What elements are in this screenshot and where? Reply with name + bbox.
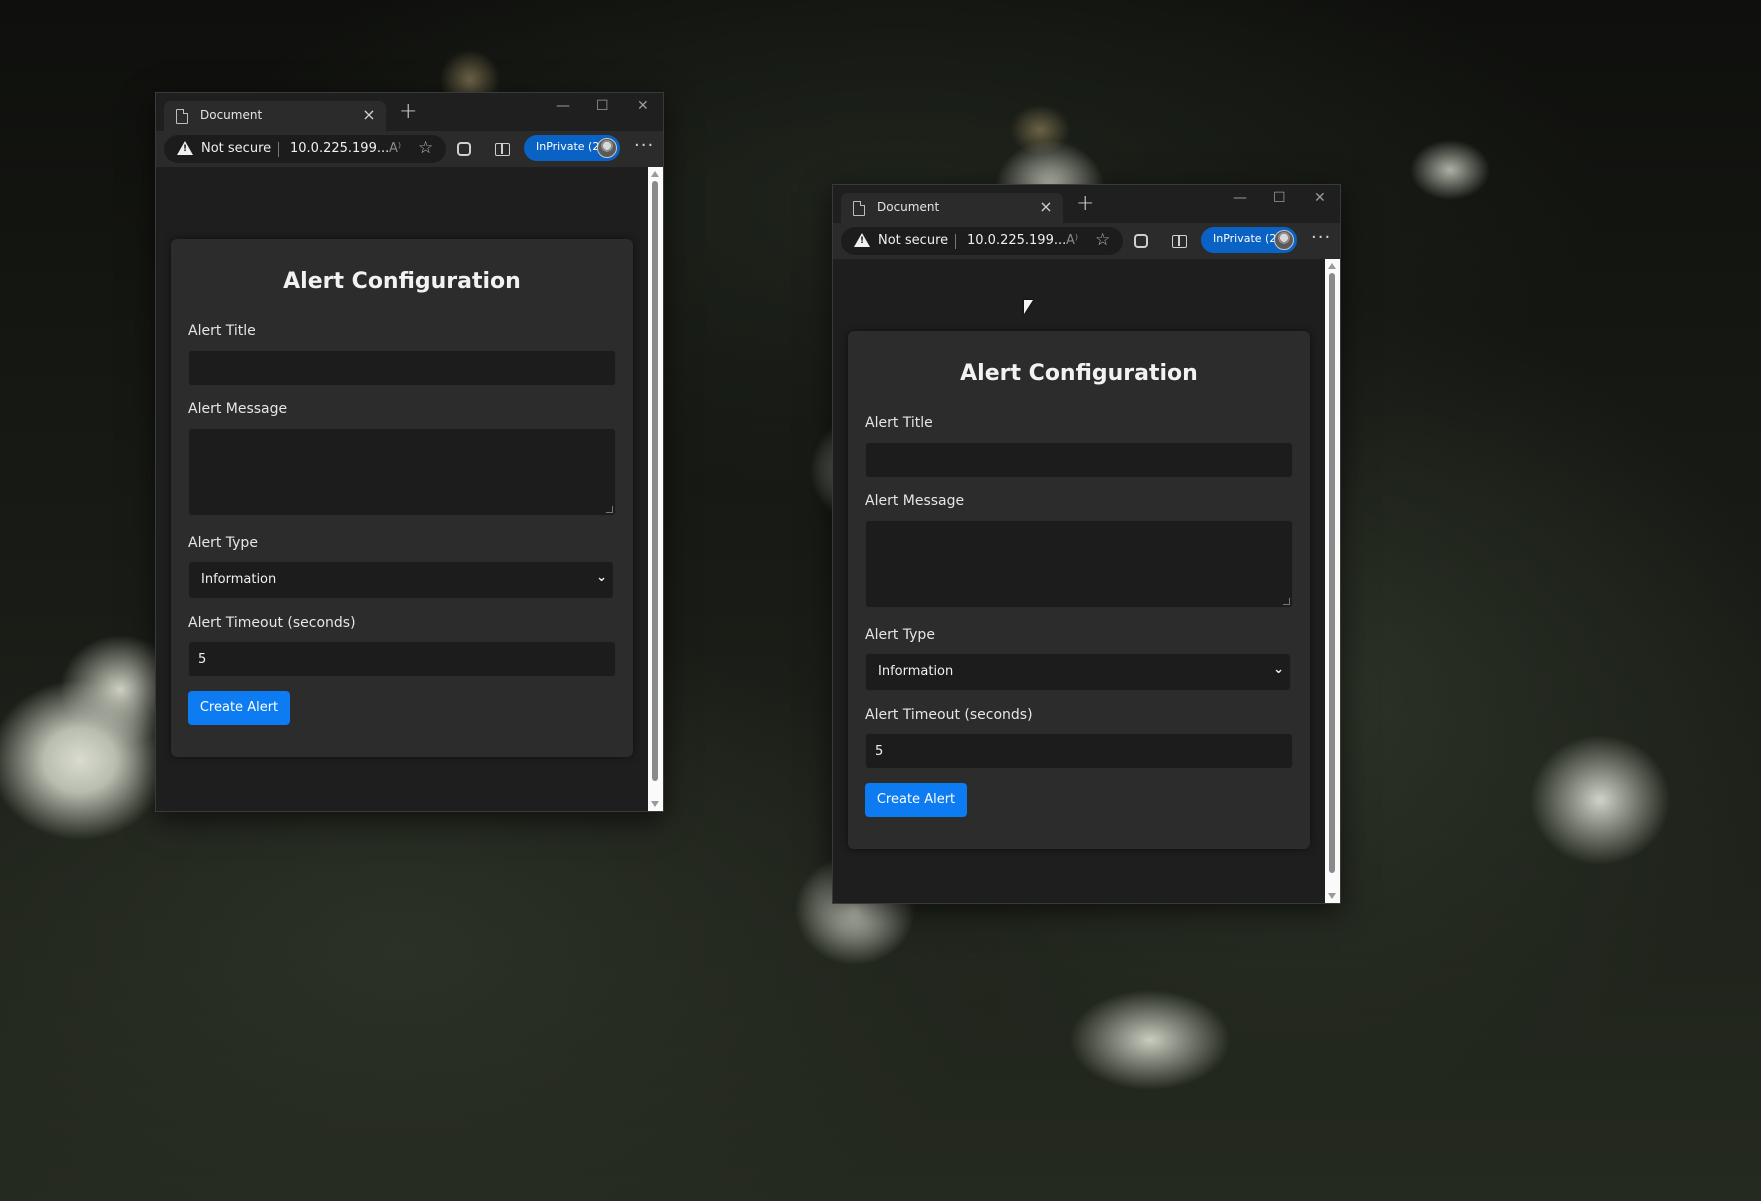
new-tab-button[interactable]: + [1076, 191, 1094, 216]
inprivate-badge[interactable]: InPrivate (2) [524, 135, 620, 161]
avatar-icon [1274, 230, 1294, 250]
title-bar: Document × + — ☐ ✕ [833, 185, 1340, 223]
vertical-scrollbar[interactable] [1325, 259, 1340, 903]
browser-window-right: Document × + — ☐ ✕ ! Not secure 10.0.225… [832, 184, 1341, 904]
favorite-icon[interactable]: ☆ [418, 138, 433, 158]
more-menu-icon[interactable]: ··· [634, 135, 654, 156]
read-aloud-icon[interactable]: A⁾ [1066, 233, 1078, 248]
address-bar[interactable]: ! Not secure 10.0.225.199... A⁾ ☆ [841, 227, 1123, 255]
alert-message-textarea[interactable] [188, 428, 616, 516]
tab-title: Document [200, 108, 263, 122]
alert-timeout-label: Alert Timeout (seconds) [188, 615, 356, 631]
page-title: Alert Configuration [283, 269, 521, 294]
warning-icon: ! [177, 141, 193, 155]
inprivate-label: InPrivate (2) [1213, 232, 1281, 245]
address-bar[interactable]: ! Not secure 10.0.225.199... A⁾ ☆ [164, 135, 446, 163]
browser-toolbar: ! Not secure 10.0.225.199... A⁾ ☆ InPriv… [156, 131, 663, 167]
alert-type-select[interactable]: Information ⌄ [188, 561, 614, 599]
browser-tab[interactable]: Document × [164, 101, 386, 131]
new-tab-button[interactable]: + [399, 99, 417, 124]
alert-title-label: Alert Title [865, 415, 933, 431]
close-window-button[interactable]: ✕ [1314, 190, 1326, 206]
split-screen-icon[interactable] [495, 143, 510, 156]
inprivate-badge[interactable]: InPrivate (2) [1201, 227, 1297, 253]
alert-type-label: Alert Type [188, 535, 258, 551]
warning-icon: ! [854, 233, 870, 247]
tab-close-icon[interactable]: × [360, 105, 378, 124]
extensions-icon[interactable] [457, 142, 471, 156]
vertical-scrollbar[interactable] [648, 167, 663, 811]
alert-config-card: Alert Configuration Alert Title Alert Me… [848, 331, 1310, 849]
url-text[interactable]: 10.0.225.199... [967, 233, 1066, 248]
alert-title-input[interactable] [865, 442, 1293, 478]
alert-timeout-input[interactable]: 5 [188, 641, 616, 677]
create-alert-button[interactable]: Create Alert [865, 783, 967, 817]
scroll-down-icon[interactable] [651, 801, 659, 807]
title-bar: Document × + — ☐ ✕ [156, 93, 663, 131]
close-window-button[interactable]: ✕ [637, 98, 649, 114]
chevron-down-icon: ⌄ [596, 570, 607, 585]
tab-title: Document [877, 200, 940, 214]
chevron-down-icon: ⌄ [1273, 662, 1284, 677]
tab-close-icon[interactable]: × [1037, 197, 1055, 216]
alert-timeout-input[interactable]: 5 [865, 733, 1293, 769]
address-divider [955, 234, 956, 249]
browser-toolbar: ! Not secure 10.0.225.199... A⁾ ☆ InPriv… [833, 223, 1340, 259]
extensions-icon[interactable] [1134, 234, 1148, 248]
alert-timeout-label: Alert Timeout (seconds) [865, 707, 1033, 723]
document-icon [853, 201, 865, 216]
scroll-thumb[interactable] [1329, 273, 1335, 873]
scroll-up-icon[interactable] [1328, 263, 1336, 269]
document-icon [176, 109, 188, 124]
alert-title-label: Alert Title [188, 323, 256, 339]
page-viewport: Alert Configuration Alert Title Alert Me… [156, 167, 663, 811]
read-aloud-icon[interactable]: A⁾ [389, 141, 401, 156]
alert-type-select[interactable]: Information ⌄ [865, 653, 1291, 691]
browser-window-left: Document × + — ☐ ✕ ! Not secure 10.0.225… [155, 92, 664, 812]
address-divider [278, 142, 279, 157]
alert-message-label: Alert Message [188, 401, 288, 417]
avatar-icon [597, 138, 617, 158]
alert-type-value: Information [201, 572, 277, 587]
mouse-cursor-icon [1024, 300, 1033, 314]
split-screen-icon[interactable] [1172, 235, 1187, 248]
scroll-up-icon[interactable] [651, 171, 659, 177]
inprivate-label: InPrivate (2) [536, 140, 604, 153]
alert-message-label: Alert Message [865, 493, 965, 509]
alert-type-label: Alert Type [865, 627, 935, 643]
favorite-icon[interactable]: ☆ [1095, 230, 1110, 250]
create-alert-button[interactable]: Create Alert [188, 691, 290, 725]
security-label[interactable]: Not secure [201, 141, 271, 156]
alert-type-value: Information [878, 664, 954, 679]
scroll-down-icon[interactable] [1328, 893, 1336, 899]
minimize-button[interactable]: — [556, 98, 570, 114]
more-menu-icon[interactable]: ··· [1311, 227, 1331, 248]
alert-message-textarea[interactable] [865, 520, 1293, 608]
security-label[interactable]: Not secure [878, 233, 948, 248]
maximize-button[interactable]: ☐ [596, 98, 609, 114]
minimize-button[interactable]: — [1233, 190, 1247, 206]
alert-title-input[interactable] [188, 350, 616, 386]
scroll-thumb[interactable] [652, 181, 658, 781]
page-viewport: Alert Configuration Alert Title Alert Me… [833, 259, 1340, 903]
browser-tab[interactable]: Document × [841, 193, 1063, 223]
maximize-button[interactable]: ☐ [1273, 190, 1286, 206]
page-title: Alert Configuration [960, 361, 1198, 386]
url-text[interactable]: 10.0.225.199... [290, 141, 389, 156]
alert-config-card: Alert Configuration Alert Title Alert Me… [171, 239, 633, 757]
